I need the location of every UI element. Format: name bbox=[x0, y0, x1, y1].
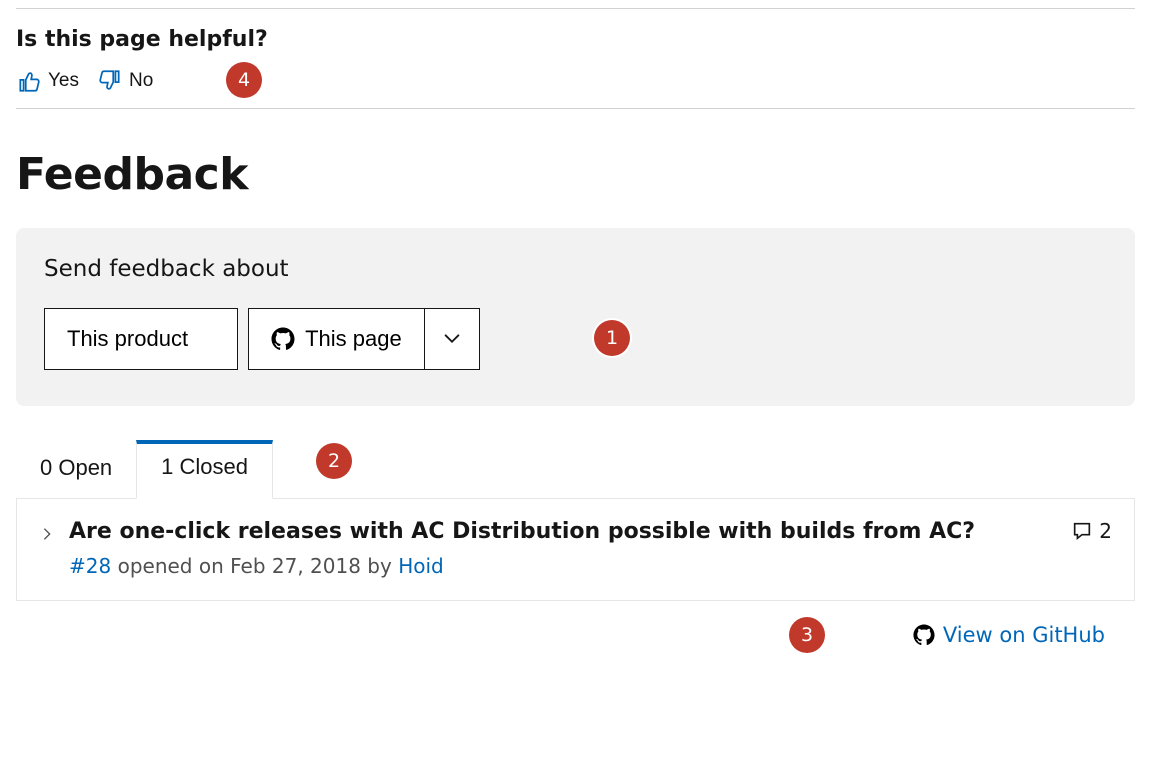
feedback-this-product-button[interactable]: This product bbox=[44, 308, 238, 370]
issue-title-link[interactable]: Are one-click releases with AC Distribut… bbox=[69, 519, 1057, 544]
thumb-up-icon bbox=[16, 68, 42, 94]
issues-tabs: 0 Open 1 Closed 2 bbox=[16, 440, 1135, 499]
annotation-badge-3: 3 bbox=[789, 617, 825, 653]
this-product-label: This product bbox=[67, 326, 188, 352]
issue-meta-text: opened on Feb 27, 2018 by bbox=[118, 554, 392, 578]
issue-author-link[interactable]: Hoid bbox=[398, 554, 444, 578]
annotation-badge-2: 2 bbox=[316, 443, 352, 479]
comment-icon bbox=[1071, 520, 1093, 542]
issue-number-link[interactable]: #28 bbox=[69, 554, 111, 578]
footer-row: 3 View on GitHub bbox=[16, 623, 1135, 647]
view-on-github-link[interactable]: View on GitHub bbox=[913, 623, 1135, 647]
divider-top bbox=[16, 8, 1135, 9]
page-helpful-title: Is this page helpful? bbox=[16, 27, 1135, 52]
external-link-icon bbox=[198, 331, 215, 348]
helpful-controls: Yes No 4 bbox=[16, 68, 1135, 94]
github-icon bbox=[913, 624, 935, 646]
helpful-no-button[interactable]: No bbox=[97, 68, 153, 94]
chevron-down-icon bbox=[441, 328, 463, 350]
chevron-right-icon[interactable] bbox=[39, 526, 55, 542]
feedback-this-page-dropdown[interactable] bbox=[424, 308, 480, 370]
feedback-panel: Send feedback about This product This pa… bbox=[16, 228, 1135, 406]
tab-closed[interactable]: 1 Closed bbox=[136, 440, 273, 499]
annotation-badge-1: 1 bbox=[594, 320, 630, 356]
issue-meta: #28 opened on Feb 27, 2018 by Hoid bbox=[69, 554, 1112, 578]
view-on-github-label: View on GitHub bbox=[943, 623, 1105, 647]
annotation-badge-4: 4 bbox=[226, 62, 262, 98]
feedback-heading: Feedback bbox=[16, 149, 1135, 200]
feedback-this-page-button[interactable]: This page bbox=[248, 308, 424, 370]
divider-mid bbox=[16, 108, 1135, 109]
github-icon bbox=[271, 327, 295, 351]
comment-number: 2 bbox=[1099, 519, 1112, 543]
external-link-icon bbox=[1113, 624, 1135, 646]
yes-label: Yes bbox=[48, 70, 79, 92]
helpful-yes-button[interactable]: Yes bbox=[16, 68, 79, 94]
issue-comment-count: 2 bbox=[1071, 519, 1112, 543]
this-page-label: This page bbox=[305, 326, 402, 352]
no-label: No bbox=[129, 70, 153, 92]
issue-item: Are one-click releases with AC Distribut… bbox=[16, 498, 1135, 601]
send-feedback-about-label: Send feedback about bbox=[44, 256, 1107, 282]
thumb-down-icon bbox=[97, 68, 123, 94]
tab-open[interactable]: 0 Open bbox=[16, 440, 136, 499]
